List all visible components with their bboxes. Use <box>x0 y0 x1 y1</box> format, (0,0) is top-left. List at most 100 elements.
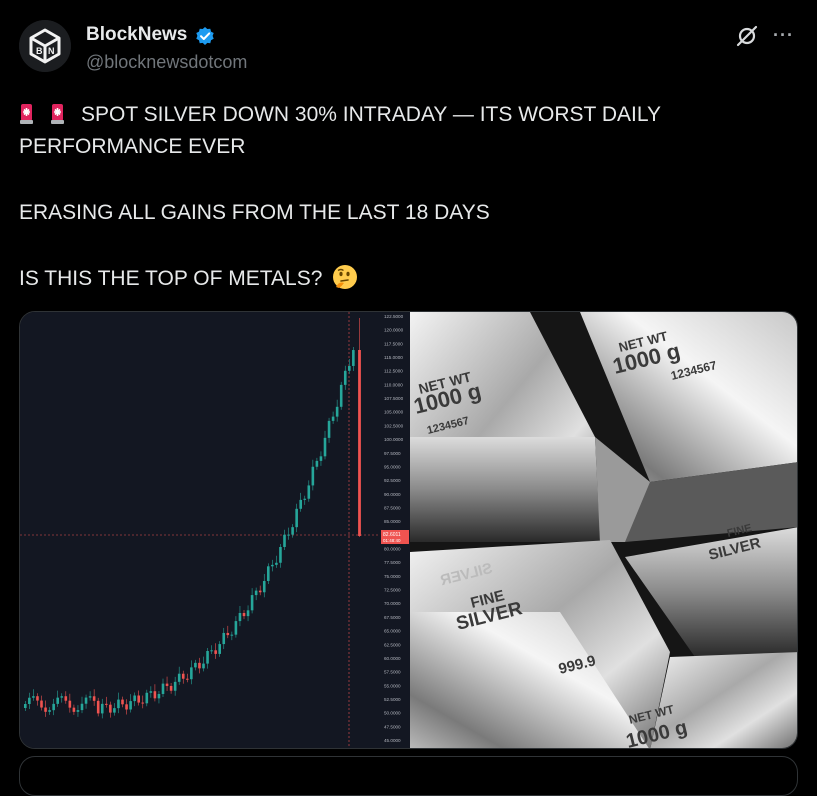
price-axis-tick: 120.0000 <box>384 328 404 333</box>
candle <box>60 696 64 698</box>
candle <box>271 564 274 567</box>
price-axis-tick: 60.0000 <box>384 656 401 661</box>
candle <box>335 406 339 417</box>
candle <box>52 703 55 711</box>
candle <box>44 707 47 712</box>
candle <box>303 498 307 500</box>
candle <box>246 610 250 617</box>
candle <box>157 693 161 699</box>
price-axis-tick: 100.0000 <box>384 437 404 442</box>
candle <box>113 708 116 713</box>
price-axis-tick: 95.0000 <box>384 464 401 469</box>
verified-badge-icon[interactable] <box>195 26 215 46</box>
price-axis-tick: 107.5000 <box>384 396 404 401</box>
tweet-line: SPOT SILVER DOWN 30% INTRADAY — ITS WORS… <box>19 99 789 131</box>
quoted-post-card[interactable] <box>19 756 798 796</box>
grok-icon[interactable] <box>735 24 759 48</box>
candle <box>279 546 282 563</box>
candle <box>186 678 189 680</box>
price-axis-tick: 97.5000 <box>384 451 401 456</box>
candlestick-chart[interactable]: 122.5000 120.0000 117.5000 115.0000 112.5000… <box>20 312 410 748</box>
candle <box>287 534 290 536</box>
blocknews-logo-icon: B N <box>19 20 71 72</box>
price-axis-tick: 90.0000 <box>384 492 401 497</box>
price-axis-tick: 112.5000 <box>384 369 403 374</box>
candle <box>40 700 43 708</box>
candle <box>129 701 132 710</box>
candle <box>96 700 100 714</box>
price-axis-tick: 67.5000 <box>384 615 401 620</box>
candle <box>64 696 68 701</box>
candle <box>198 662 201 669</box>
candle <box>100 703 104 714</box>
price-axis-tick: 117.5000 <box>384 341 403 346</box>
price-axis-tick: 75.0000 <box>384 574 401 579</box>
candle <box>262 580 266 593</box>
candle <box>181 673 185 679</box>
candle <box>177 673 181 682</box>
candle <box>348 365 351 371</box>
candle <box>121 699 124 705</box>
candle <box>76 710 80 712</box>
candle <box>352 350 355 366</box>
candle <box>133 695 136 702</box>
candle <box>254 590 258 596</box>
candle <box>226 632 230 636</box>
price-axis-tick: 50.0000 <box>384 711 401 716</box>
candle <box>80 703 84 711</box>
candle <box>68 700 72 708</box>
candle <box>202 663 205 669</box>
more-options-button[interactable]: ··· <box>773 25 794 46</box>
candle <box>331 416 335 421</box>
candle <box>323 437 327 457</box>
price-axis-tick: 70.0000 <box>384 601 401 606</box>
tweet-text: SPOT SILVER DOWN 30% INTRADAY — ITS WORS… <box>19 99 789 295</box>
candle <box>327 420 331 438</box>
candle <box>173 681 177 691</box>
tweet-media[interactable]: 122.5000 120.0000 117.5000 115.0000 112.5000… <box>19 311 798 749</box>
candle <box>169 685 173 691</box>
candle <box>275 562 278 565</box>
candle <box>105 703 108 705</box>
candle <box>32 696 35 698</box>
candle <box>24 704 27 708</box>
candle <box>84 697 88 704</box>
candle <box>238 612 242 622</box>
candle <box>218 644 221 654</box>
tweet-line-1: SPOT SILVER DOWN 30% INTRADAY — ITS WORS… <box>81 103 661 126</box>
price-axis-tick: 110.0000 <box>384 382 403 387</box>
price-axis-tick: 80.0000 <box>384 547 401 552</box>
author-display-name[interactable]: BlockNews <box>86 24 187 46</box>
rotating-light-icon <box>20 104 33 124</box>
author-handle[interactable]: @blocknewsdotcom <box>86 52 247 73</box>
price-axis-tick: 47.5000 <box>384 724 401 729</box>
crash-candle <box>358 350 361 536</box>
author-avatar[interactable]: B N <box>19 20 71 72</box>
candle <box>315 460 319 467</box>
candle <box>222 632 226 645</box>
candle <box>307 485 311 499</box>
svg-text:B: B <box>36 46 43 56</box>
candle <box>319 456 323 461</box>
candle <box>311 466 315 486</box>
candle <box>137 695 140 703</box>
tweet-line: IS THIS THE TOP OF METALS? <box>19 263 789 295</box>
candle <box>250 595 254 611</box>
price-axis-tick: 102.5000 <box>384 423 404 428</box>
price-tag-time: 01:48:40 <box>383 538 401 543</box>
silver-bars-photo[interactable]: NET WT 1000 g 1234567 NET WT 1000 g 1234… <box>410 312 797 748</box>
candle <box>214 650 217 654</box>
candle <box>258 590 262 593</box>
svg-text:N: N <box>48 46 55 56</box>
thinking-face-icon <box>333 265 358 289</box>
candle <box>161 683 165 694</box>
candle <box>267 566 270 581</box>
price-axis-tick: 85.0000 <box>384 519 401 524</box>
tweet-line-2: PERFORMANCE EVER <box>19 135 246 158</box>
candle <box>125 704 128 710</box>
price-axis-tick: 65.0000 <box>384 629 401 634</box>
price-axis-tick: 122.5000 <box>384 314 404 319</box>
price-axis-tick: 57.5000 <box>384 670 401 675</box>
price-axis-tick: 105.0000 <box>384 410 404 415</box>
candle <box>190 667 193 680</box>
